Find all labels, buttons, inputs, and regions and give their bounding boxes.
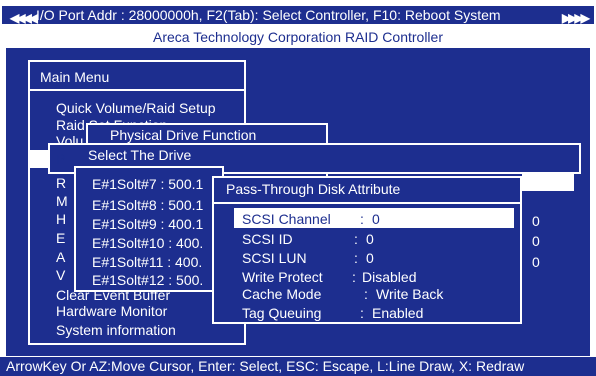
menu-item-r[interactable]: R [56,175,66,191]
select-drive-title: Select The Drive [88,147,192,163]
attr-label-scsi-id[interactable]: SCSI ID [242,231,293,247]
drive-item-9[interactable]: E#1Solt#9 : 400.1 [92,216,203,232]
attr-value-tag-queuing: Enabled [372,305,424,321]
drive-item-12[interactable]: E#1Solt#12 : 500. [92,272,203,288]
menu-highlight [30,150,50,168]
divider [30,89,244,91]
physical-drive-function-title: Physical Drive Function [110,127,257,143]
attr-label-scsi-lun[interactable]: SCSI LUN [242,250,307,266]
attr-label-tag-queuing[interactable]: Tag Queuing [242,305,321,321]
attr-label-write-protect[interactable]: Write Protect [242,269,323,285]
status-bar: ◀◀◀◀ I/O Port Addr : 28000000h, F2(Tab):… [2,6,594,25]
attr-label-cache-mode[interactable]: Cache Mode [242,286,321,302]
attr-value-scsi-lun: 0 [366,250,374,266]
partial-value: 0 [532,254,540,270]
header: ◀◀◀◀ I/O Port Addr : 28000000h, F2(Tab):… [0,0,596,48]
drive-row-highlight [522,174,574,191]
footer: ArrowKey Or AZ:Move Cursor, Enter: Selec… [0,357,596,376]
attr-sep: : [352,269,356,285]
controller-title: Areca Technology Corporation RAID Contro… [153,29,443,45]
menu-item-physical-highlight[interactable]: P [56,151,65,167]
main-menu-title: Main Menu [40,69,110,85]
drive-item-8[interactable]: E#1Solt#8 : 500.1 [92,197,203,213]
drive-list-panel: E#1Solt#7 : 500.1 E#1Solt#8 : 500.1 E#1S… [74,166,224,292]
menu-item-e[interactable]: E [56,230,65,246]
arrows-right-icon: ▶▶▶▶ [562,11,590,25]
menu-item-m[interactable]: M [56,193,68,209]
passthrough-title: Pass-Through Disk Attribute [226,181,401,197]
attr-value-scsi-channel: 0 [372,211,380,227]
menu-item-a[interactable]: A [56,249,65,265]
attr-value-cache-mode: Write Back [376,286,444,302]
help-line: ArrowKey Or AZ:Move Cursor, Enter: Selec… [6,358,525,374]
drive-item-11[interactable]: E#1Solt#11 : 400. [92,254,202,270]
arrows-left-icon: ◀◀◀◀ [10,11,38,25]
attr-sep: : [354,231,358,247]
attr-value-write-protect: Disabled [362,269,417,285]
attr-value-scsi-id: 0 [366,231,374,247]
partial-value: 0 [532,213,540,229]
passthrough-panel: Pass-Through Disk Attribute SCSI Channel… [212,176,522,324]
attr-sep: : [360,211,364,227]
partial-value: 0 [532,233,540,249]
attr-sep: : [364,286,368,302]
attr-label-scsi-channel[interactable]: SCSI Channel [242,211,331,227]
menu-item-system-information[interactable]: System information [56,322,176,338]
menu-item-hardware-monitor[interactable]: Hardware Monitor [56,303,167,319]
drive-item-10[interactable]: E#1Solt#10 : 400. [92,235,203,251]
attr-sep: : [360,305,364,321]
drive-item-7[interactable]: E#1Solt#7 : 500.1 [92,176,203,192]
attr-sep: : [354,250,358,266]
menu-item-quick-volume[interactable]: Quick Volume/Raid Setup [56,100,216,116]
menu-item-v[interactable]: V [56,267,65,283]
divider [214,202,520,204]
status-line: I/O Port Addr : 28000000h, F2(Tab): Sele… [36,7,501,23]
menu-item-h[interactable]: H [56,211,66,227]
